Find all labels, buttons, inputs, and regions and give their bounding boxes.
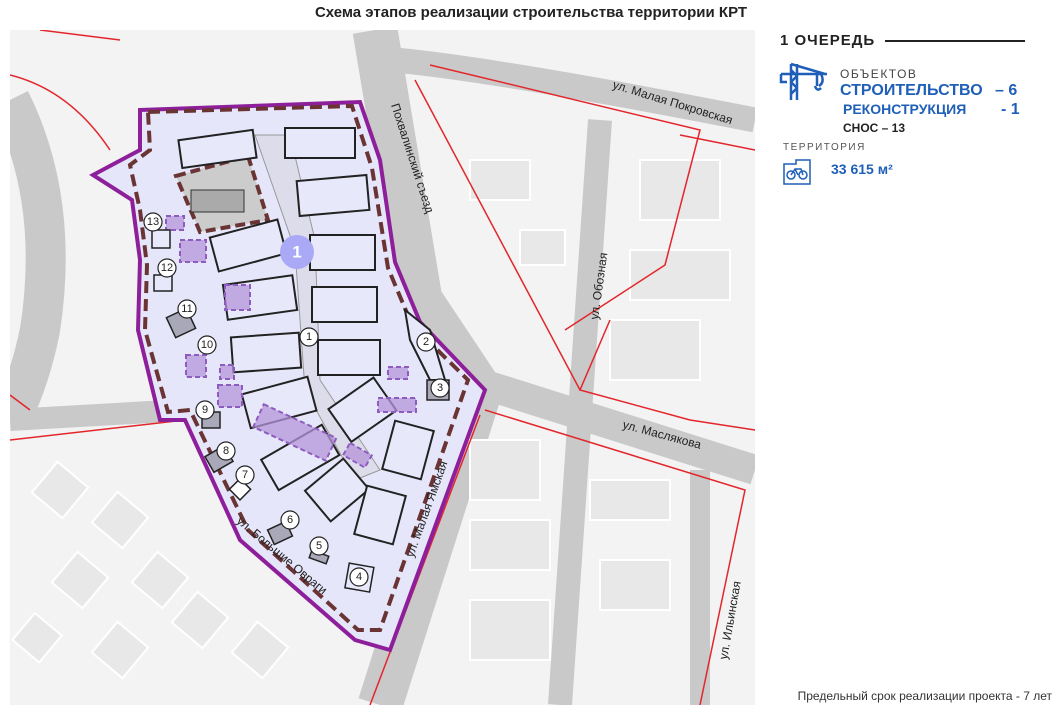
object-marker-8[interactable]: 8 [216,441,236,461]
reconstruction-value: - 1 [1001,101,1020,118]
object-marker-label: 7 [242,469,248,481]
object-marker-label: 5 [316,540,322,552]
stage-marker[interactable]: 1 [280,235,314,269]
object-marker-label: 6 [287,514,293,526]
stage-marker-label: 1 [292,243,301,262]
object-marker-6[interactable]: 6 [280,510,300,530]
stage-divider [885,40,1025,42]
existing-building [190,189,245,213]
object-marker-label: 11 [181,303,192,315]
object-marker-label: 4 [356,571,362,583]
object-marker-12[interactable]: 12 [157,258,177,278]
stage-heading: 1 ОЧЕРЕДЬ [780,32,876,49]
object-marker-label: 1 [306,331,312,343]
page-title: Схема этапов реализации строительства те… [314,4,748,21]
bicycle-plot-icon [783,159,811,185]
territory-label: ТЕРРИТОРИЯ [783,142,866,153]
object-marker-5[interactable]: 5 [309,536,329,556]
object-marker-4[interactable]: 4 [349,567,369,587]
reconstruction-label: РЕКОНСТРУКЦИЯ [843,101,967,117]
object-marker-2[interactable]: 2 [416,332,436,352]
object-marker-label: 9 [202,404,208,416]
object-marker-13[interactable]: 13 [143,212,163,232]
objects-label: ОБЪЕКТОВ [840,67,918,81]
object-marker-label: 10 [201,339,213,351]
territory-area: 33 615 м² [831,161,893,177]
object-marker-7[interactable]: 7 [235,465,255,485]
site-map[interactable]: ул. Малая Покровская Похвалинский съезд … [10,30,755,705]
object-marker-11[interactable]: 11 [177,299,197,319]
object-marker-1[interactable]: 1 [299,327,319,347]
construction-label: СТРОИТЕЛЬСТВО [840,82,983,99]
object-marker-label: 2 [423,336,429,348]
object-marker-label: 13 [147,216,159,228]
object-marker-label: 8 [223,445,229,457]
object-marker-label: 12 [161,262,173,274]
object-marker-3[interactable]: 3 [430,378,450,398]
page: Схема этапов реализации строительства те… [0,0,1062,717]
object-marker-9[interactable]: 9 [195,400,215,420]
crane-icon [779,62,827,100]
deadline-note: Предельный срок реализации проекта - 7 л… [797,689,1052,703]
construction-value: – 6 [995,82,1018,99]
object-marker-10[interactable]: 10 [197,335,217,355]
object-marker-label: 3 [437,382,443,394]
demolition-count: СНОС – 13 [843,121,906,135]
